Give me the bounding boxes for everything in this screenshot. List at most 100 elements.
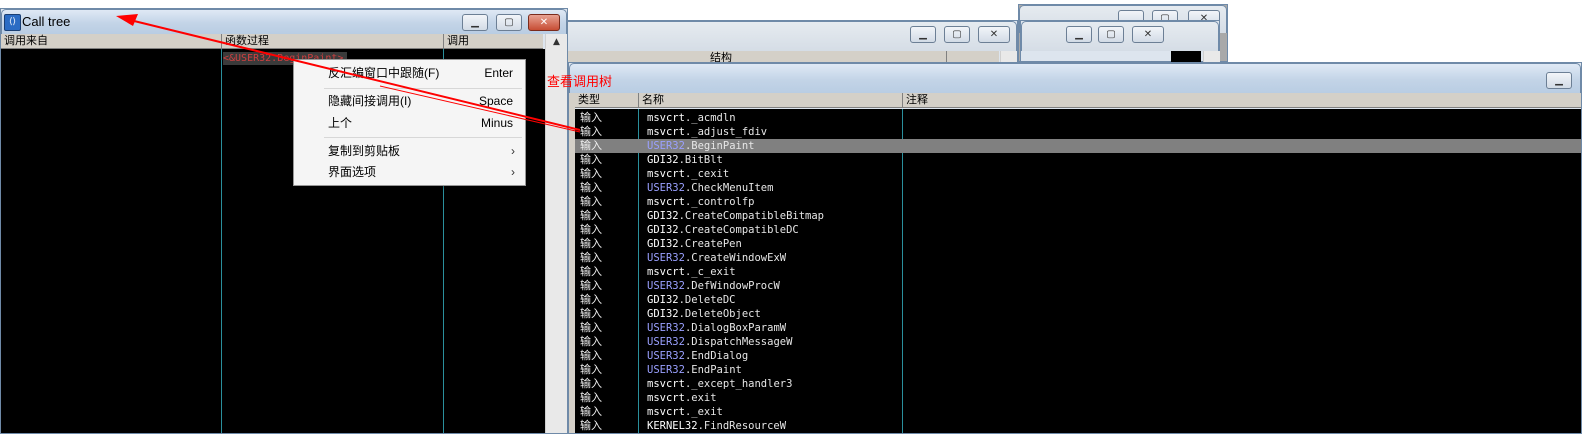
row-module: msvcrt (647, 406, 685, 418)
row-kind: 输入 (580, 238, 602, 250)
table-row[interactable]: 输入 KERNEL32.FindResourceW (575, 419, 1581, 433)
names-window: ▁ 类型 名称 注释 输入 msvcrt._acmdln 输入 msvcrt._adj… (568, 62, 1582, 434)
table-row[interactable]: 输入 USER32.BeginPaint (575, 139, 1581, 153)
column-header-called-from[interactable]: 调用来自 (1, 34, 222, 48)
table-row[interactable]: 输入 msvcrt._cexit (575, 167, 1581, 181)
row-name: USER32.DialogBoxParamW (647, 321, 786, 335)
table-row[interactable]: 输入 GDI32.CreateCompatibleBitmap (575, 209, 1581, 223)
row-name: GDI32.DeleteObject (647, 307, 761, 321)
table-row[interactable]: 输入 USER32.CreateWindowExW (575, 251, 1581, 265)
row-name: KERNEL32.FindResourceW (647, 419, 786, 433)
bg2-minimize-button[interactable]: ▁ (1066, 26, 1092, 43)
table-row[interactable]: 输入 msvcrt._except_handler3 (575, 377, 1581, 391)
row-name: msvcrt._cexit (647, 167, 729, 181)
names-list-pane: 输入 msvcrt._acmdln 输入 msvcrt._adjust_fdiv 输入 U… (575, 109, 1581, 433)
table-row[interactable]: 输入 msvcrt.exit (575, 391, 1581, 405)
row-function: .DeleteObject (678, 308, 761, 320)
table-row[interactable]: 输入 USER32.DefWindowProcW (575, 279, 1581, 293)
call-tree-maximize-button[interactable]: ▢ (496, 14, 522, 31)
table-row[interactable]: 输入 msvcrt._c_exit (575, 265, 1581, 279)
menu-separator (324, 137, 522, 138)
row-module: GDI32 (647, 238, 679, 250)
row-function: ._controlfp (684, 196, 755, 208)
column-header-procedure[interactable]: 函数过程 (222, 34, 444, 48)
column-header-name[interactable]: 名称 (639, 93, 903, 107)
table-row[interactable]: 输入 USER32.DispatchMessageW (575, 335, 1581, 349)
row-module: GDI32 (647, 210, 679, 222)
row-function: ._exit (684, 406, 723, 418)
call-tree-minimize-button[interactable]: ▁ (462, 14, 488, 31)
bg1-minimize-button[interactable]: ▁ (910, 26, 936, 43)
background-window-2: ▁ ▢ ✕ (1020, 20, 1220, 63)
row-module: msvcrt (647, 126, 685, 138)
background-window-1: ▁ ▢ ✕ 结构 (560, 20, 1018, 66)
names-minimize-button[interactable]: ▁ (1546, 72, 1572, 89)
names-window-titlebar: ▁ (569, 63, 1581, 93)
app-icon: ⟨⟩ (4, 14, 21, 31)
bg2-close-button[interactable]: ✕ (1132, 26, 1164, 43)
background-window-2-titlebar: ▁ ▢ ✕ (1021, 21, 1219, 51)
menu-item-copy-to-clipboard[interactable]: 复制到剪贴板 › (294, 141, 525, 161)
row-kind: 输入 (580, 322, 602, 334)
call-tree-scrollbar[interactable]: ▲ (545, 34, 567, 433)
table-row[interactable]: 输入 GDI32.DeleteObject (575, 307, 1581, 321)
row-module: msvcrt (647, 168, 685, 180)
table-row[interactable]: 输入 GDI32.BitBlt (575, 153, 1581, 167)
row-kind: 输入 (580, 154, 602, 166)
row-name: msvcrt._except_handler3 (647, 377, 792, 391)
bg1-maximize-button[interactable]: ▢ (944, 26, 970, 43)
table-row[interactable]: 输入 USER32.DialogBoxParamW (575, 321, 1581, 335)
scroll-up-arrow-icon[interactable]: ▲ (546, 34, 567, 51)
column-header-type[interactable]: 类型 (575, 93, 639, 107)
row-kind: 输入 (580, 308, 602, 320)
row-module: GDI32 (647, 294, 679, 306)
bg2-maximize-button[interactable]: ▢ (1098, 26, 1124, 43)
bg1-close-button[interactable]: ✕ (978, 26, 1010, 43)
row-module: KERNEL32 (647, 420, 698, 432)
row-function: ._cexit (684, 168, 730, 180)
call-tree-close-button[interactable]: ✕ (528, 14, 560, 31)
row-kind: 输入 (580, 280, 602, 292)
table-row[interactable]: 输入 GDI32.DeleteDC (575, 293, 1581, 307)
row-name: GDI32.CreatePen (647, 237, 742, 251)
table-row[interactable]: 输入 msvcrt._acmdln (575, 111, 1581, 125)
row-kind: 输入 (580, 252, 602, 264)
table-row[interactable]: 输入 msvcrt._adjust_fdiv (575, 125, 1581, 139)
call-tree-column-header: 调用来自 函数过程 调用 (1, 34, 543, 49)
row-kind: 输入 (580, 140, 602, 152)
column-header-calls[interactable]: 调用 (444, 34, 544, 48)
table-row[interactable]: 输入 msvcrt._controlfp (575, 195, 1581, 209)
row-function: .DispatchMessageW (684, 336, 793, 348)
row-name: USER32.CheckMenuItem (647, 181, 773, 195)
call-tree-grid-line-1 (221, 49, 222, 433)
row-module: msvcrt (647, 266, 685, 278)
row-name: USER32.CreateWindowExW (647, 251, 786, 265)
column-header-comment[interactable]: 注释 (903, 93, 1582, 107)
table-row[interactable]: 输入 msvcrt._exit (575, 405, 1581, 419)
row-kind: 输入 (580, 266, 602, 278)
row-module: msvcrt (647, 196, 685, 208)
row-kind: 输入 (580, 336, 602, 348)
menu-item-follow-in-disassembler[interactable]: 反汇编窗口中跟随(F) Enter (294, 63, 525, 83)
table-row[interactable]: 输入 USER32.EndPaint (575, 363, 1581, 377)
background-window-1-titlebar: ▁ ▢ ✕ (561, 21, 1017, 51)
table-row[interactable]: 输入 GDI32.CreatePen (575, 237, 1581, 251)
table-row[interactable]: 输入 USER32.EndDialog (575, 349, 1581, 363)
row-module: msvcrt (647, 392, 685, 404)
menu-item-previous[interactable]: 上个 Minus (294, 113, 525, 133)
table-row[interactable]: 输入 GDI32.CreateCompatibleDC (575, 223, 1581, 237)
row-function: .DefWindowProcW (684, 280, 780, 292)
row-name: USER32.EndDialog (647, 349, 748, 363)
row-name: USER32.EndPaint (647, 363, 742, 377)
row-module: USER32 (647, 350, 685, 362)
menu-separator (324, 88, 522, 89)
row-module: msvcrt (647, 112, 685, 124)
row-module: USER32 (647, 336, 685, 348)
submenu-arrow-icon: › (511, 165, 515, 179)
menu-item-hide-indirect-calls[interactable]: 隐藏间接调用(I) Space (294, 91, 525, 111)
table-row[interactable]: 输入 USER32.CheckMenuItem (575, 181, 1581, 195)
row-kind: 输入 (580, 392, 602, 404)
menu-item-appearance[interactable]: 界面选项 › (294, 162, 525, 182)
row-kind: 输入 (580, 126, 602, 138)
row-name: msvcrt._adjust_fdiv (647, 125, 767, 139)
